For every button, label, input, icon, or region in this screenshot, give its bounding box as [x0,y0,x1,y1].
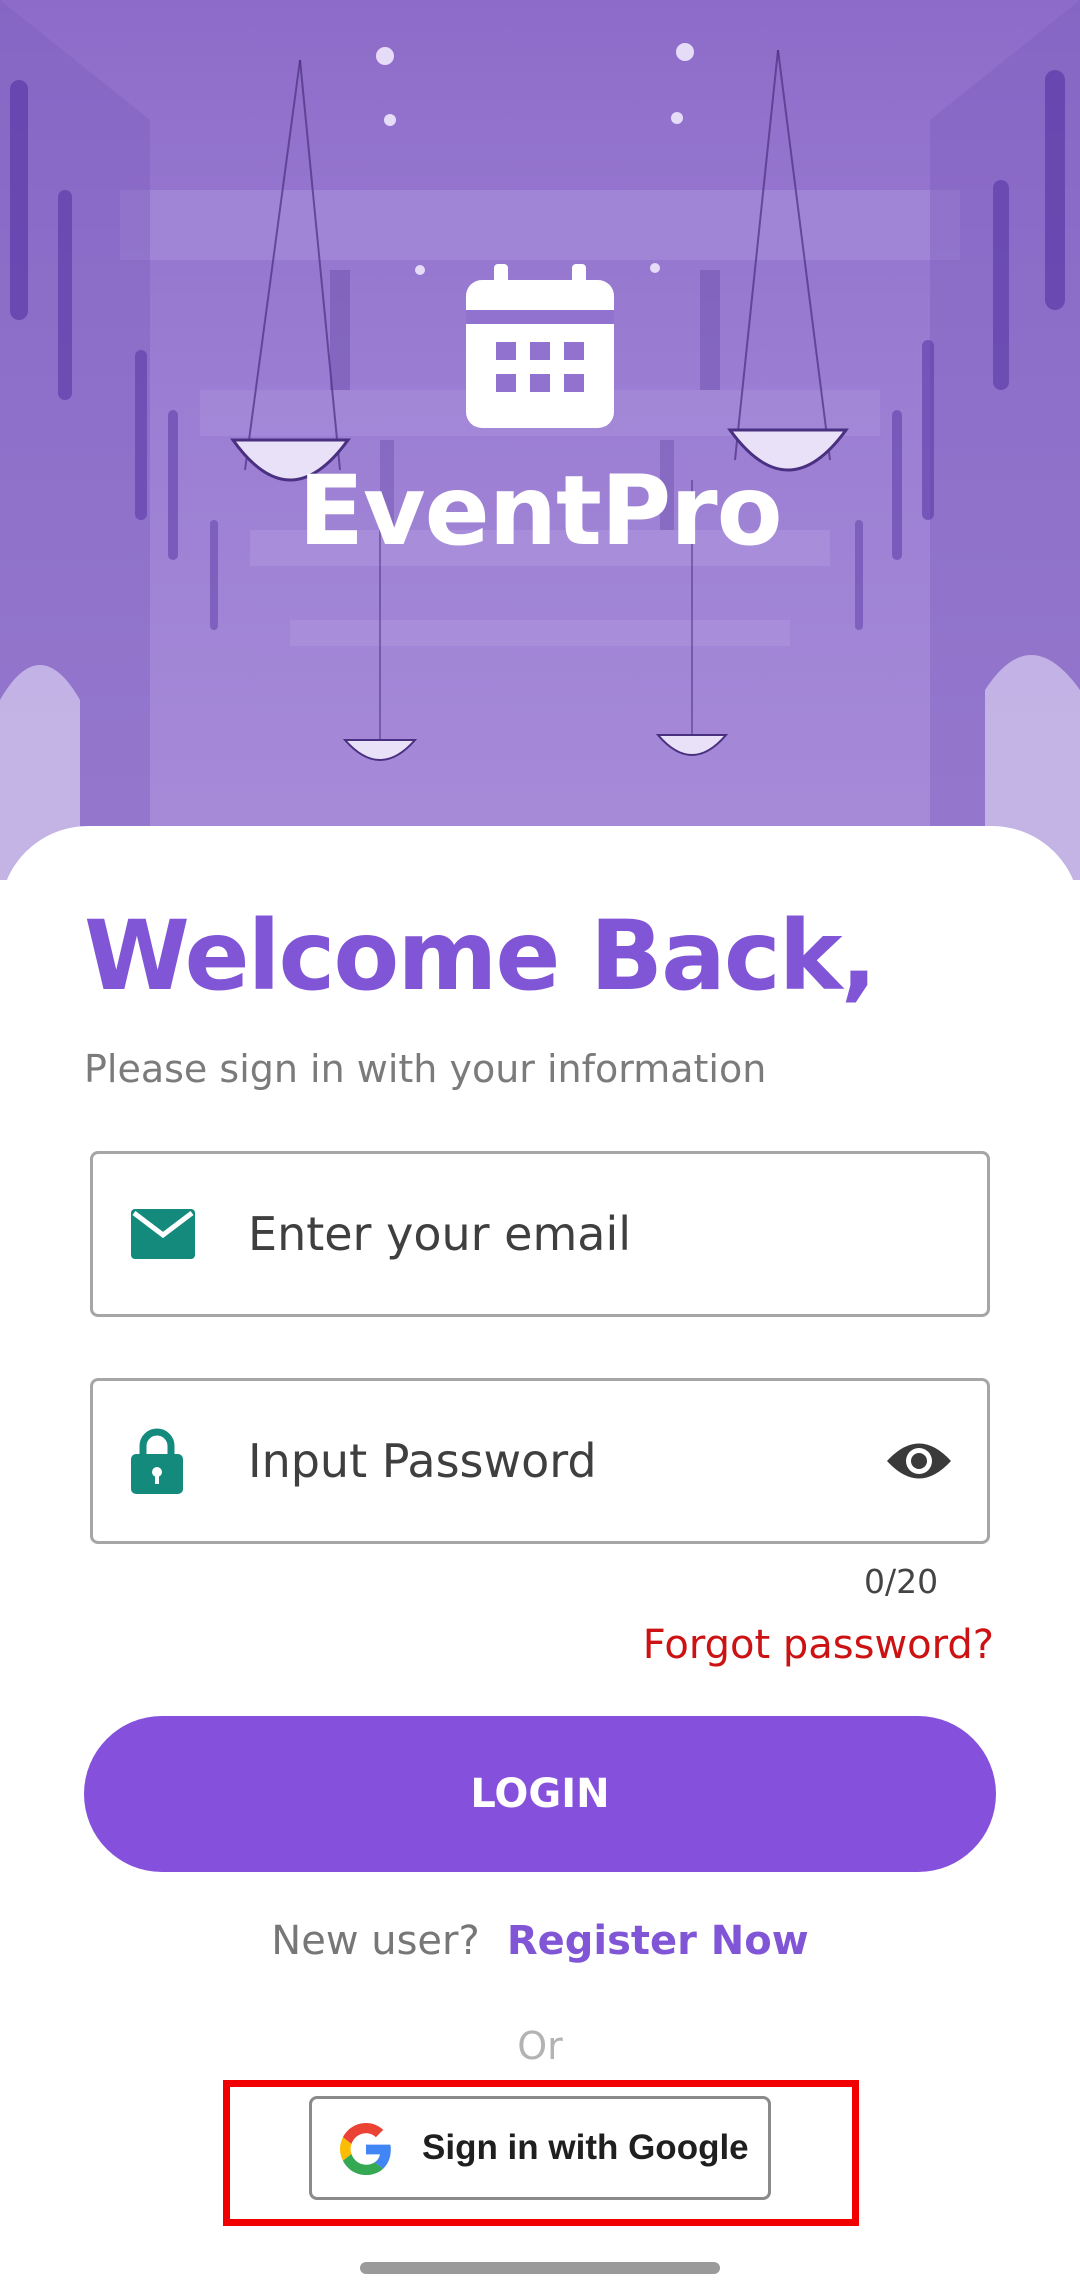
app-logo-text: EventPro [298,455,782,567]
home-indicator[interactable] [360,2262,720,2274]
welcome-heading: Welcome Back, [84,900,877,1012]
password-char-counter: 0/20 [864,1562,939,1601]
hall-background-image [0,0,1080,880]
eye-icon[interactable] [885,1438,953,1484]
google-button-label: Sign in with Google [422,2128,749,2167]
new-user-label: New user? [271,1918,480,1964]
email-input[interactable] [248,1154,808,1314]
password-field[interactable] [90,1378,990,1544]
calendar-icon [466,264,614,428]
google-icon [340,2123,391,2175]
google-sign-in-button[interactable]: Sign in with Google [309,2096,771,2200]
login-button[interactable]: LOGIN [84,1716,996,1872]
forgot-password-link[interactable]: Forgot password? [643,1622,994,1668]
envelope-icon [131,1209,195,1259]
email-field[interactable] [90,1151,990,1317]
register-now-link[interactable]: Register Now [507,1918,809,1964]
welcome-subtitle: Please sign in with your information [84,1047,767,1091]
or-divider: Or [517,2024,563,2068]
password-input[interactable] [248,1381,808,1541]
hero-banner: EventPro [0,0,1080,880]
register-row: New user? Register Now [0,1918,1080,1964]
lock-icon [131,1428,183,1494]
